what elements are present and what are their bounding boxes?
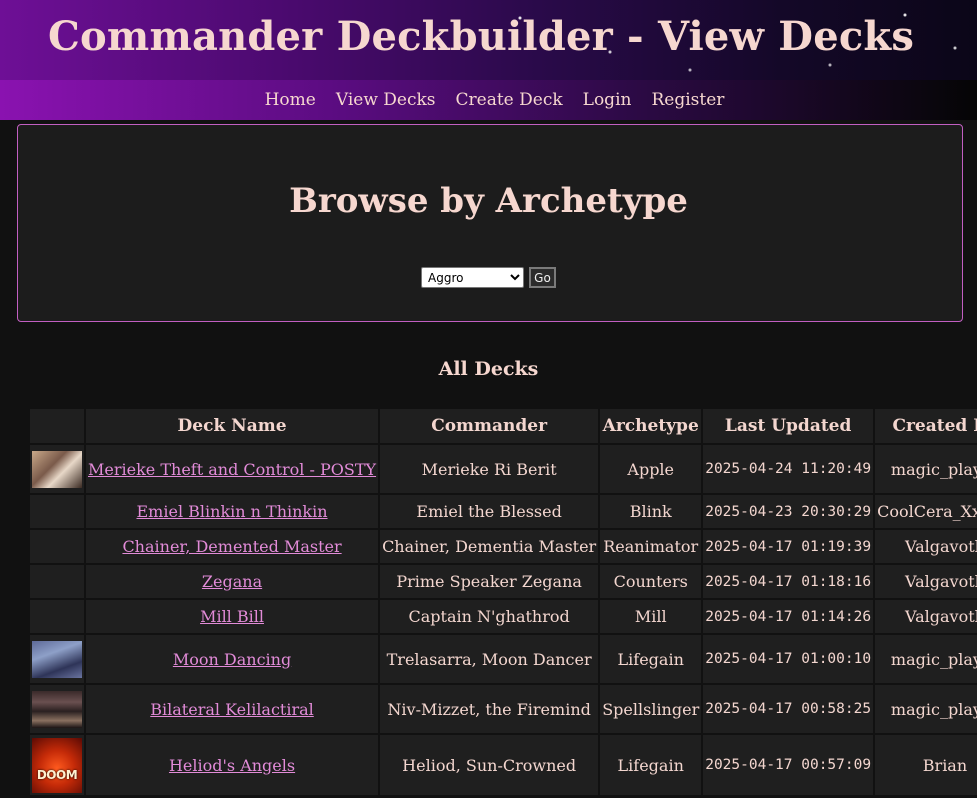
archetype-cell: Reanimator [600, 530, 702, 563]
archetype-filter: Aggro Go [0, 267, 977, 288]
deck-name-link[interactable]: Bilateral Kelilactiral [150, 700, 314, 719]
created-by-cell: CoolCera_XxXxX [875, 495, 977, 528]
deck-name-cell: Heliod's Angels [86, 735, 379, 795]
table-row: Bilateral Kelilactiral Niv-Mizzet, the F… [30, 685, 977, 733]
last-updated-cell: 2025-04-17 01:19:39 [703, 530, 874, 563]
decks-table: Deck Name Commander Archetype Last Updat… [28, 407, 977, 797]
created-by-cell: Valgavoth [875, 530, 977, 563]
deck-thumbnail-cell [30, 495, 84, 528]
commander-cell: Captain N'ghathrod [380, 600, 599, 633]
created-by-cell: magic_player [875, 685, 977, 733]
archetype-cell: Lifegain [600, 635, 702, 683]
last-updated-cell: 2025-04-23 20:30:29 [703, 495, 874, 528]
column-header-deck-name: Deck Name [86, 409, 379, 443]
nav-login-link[interactable]: Login [583, 90, 632, 110]
deck-name-cell: Moon Dancing [86, 635, 379, 683]
deck-name-cell: Zegana [86, 565, 379, 598]
table-row: Moon Dancing Trelasarra, Moon Dancer Lif… [30, 635, 977, 683]
table-row: Zegana Prime Speaker Zegana Counters 202… [30, 565, 977, 598]
deck-name-link[interactable]: Zegana [202, 572, 262, 591]
main-nav: Home View Decks Create Deck Login Regist… [0, 80, 977, 120]
all-decks-heading: All Decks [438, 358, 539, 380]
deck-name-cell: Mill Bill [86, 600, 379, 633]
table-header-row: Deck Name Commander Archetype Last Updat… [30, 409, 977, 443]
created-by-cell: Brian [875, 735, 977, 795]
table-row: Chainer, Demented Master Chainer, Dement… [30, 530, 977, 563]
column-header-commander: Commander [380, 409, 599, 443]
archetype-cell: Counters [600, 565, 702, 598]
last-updated-cell: 2025-04-17 00:57:09 [703, 735, 874, 795]
deck-name-cell: Bilateral Kelilactiral [86, 685, 379, 733]
last-updated-cell: 2025-04-17 01:00:10 [703, 635, 874, 683]
browse-panel [17, 124, 963, 322]
commander-cell: Heliod, Sun-Crowned [380, 735, 599, 795]
commander-cell: Prime Speaker Zegana [380, 565, 599, 598]
nav-home-link[interactable]: Home [265, 90, 316, 110]
deck-thumbnail-cell [30, 600, 84, 633]
deck-thumbnail-cell [30, 565, 84, 598]
commander-cell: Niv-Mizzet, the Firemind [380, 685, 599, 733]
deck-name-link[interactable]: Chainer, Demented Master [122, 537, 341, 556]
table-row: DOOM Heliod's Angels Heliod, Sun-Crowned… [30, 735, 977, 795]
commander-cell: Emiel the Blessed [380, 495, 599, 528]
column-header-thumbnail [30, 409, 84, 443]
archetype-cell: Lifegain [600, 735, 702, 795]
deck-thumbnail-cell [30, 445, 84, 493]
deck-name-link[interactable]: Mill Bill [200, 607, 264, 626]
created-by-cell: magic_player [875, 635, 977, 683]
archetype-cell: Spellslinger [600, 685, 702, 733]
header-banner: Commander Deckbuilder - View Decks [0, 0, 977, 80]
thumbnail-poster-text: DOOM [36, 767, 78, 782]
deck-name-link[interactable]: Merieke Theft and Control - POSTY [88, 460, 376, 479]
deck-thumbnail-cell [30, 530, 84, 563]
last-updated-cell: 2025-04-24 11:20:49 [703, 445, 874, 493]
table-row: Emiel Blinkin n Thinkin Emiel the Blesse… [30, 495, 977, 528]
deck-thumbnail [32, 640, 82, 678]
column-header-last-updated: Last Updated [703, 409, 874, 443]
deck-name-cell: Emiel Blinkin n Thinkin [86, 495, 379, 528]
column-header-archetype: Archetype [600, 409, 702, 443]
nav-view-decks-link[interactable]: View Decks [336, 90, 436, 110]
deck-thumbnail-cell [30, 635, 84, 683]
nav-create-deck-link[interactable]: Create Deck [456, 90, 563, 110]
deck-thumbnail [32, 450, 82, 488]
deck-name-cell: Merieke Theft and Control - POSTY [86, 445, 379, 493]
archetype-cell: Apple [600, 445, 702, 493]
deck-name-link[interactable]: Moon Dancing [173, 650, 291, 669]
column-header-created-by: Created By [875, 409, 977, 443]
commander-cell: Chainer, Dementia Master [380, 530, 599, 563]
deck-name-link[interactable]: Emiel Blinkin n Thinkin [137, 502, 328, 521]
last-updated-cell: 2025-04-17 00:58:25 [703, 685, 874, 733]
created-by-cell: Valgavoth [875, 565, 977, 598]
created-by-cell: Valgavoth [875, 600, 977, 633]
deck-thumbnail: DOOM [32, 737, 82, 793]
commander-cell: Trelasarra, Moon Dancer [380, 635, 599, 683]
deck-thumbnail-cell [30, 685, 84, 733]
created-by-cell: magic_player [875, 445, 977, 493]
deck-thumbnail-cell: DOOM [30, 735, 84, 795]
last-updated-cell: 2025-04-17 01:14:26 [703, 600, 874, 633]
archetype-cell: Blink [600, 495, 702, 528]
commander-cell: Merieke Ri Berit [380, 445, 599, 493]
archetype-cell: Mill [600, 600, 702, 633]
go-button[interactable]: Go [529, 267, 556, 288]
deck-thumbnail [32, 690, 82, 728]
site-title: Commander Deckbuilder - View Decks [48, 13, 915, 60]
browse-title: Browse by Archetype [289, 181, 688, 221]
archetype-select[interactable]: Aggro [421, 267, 524, 288]
deck-name-link[interactable]: Heliod's Angels [169, 756, 295, 775]
last-updated-cell: 2025-04-17 01:18:16 [703, 565, 874, 598]
deck-name-cell: Chainer, Demented Master [86, 530, 379, 563]
nav-register-link[interactable]: Register [651, 90, 724, 110]
table-row: Mill Bill Captain N'ghathrod Mill 2025-0… [30, 600, 977, 633]
table-row: Merieke Theft and Control - POSTY Meriek… [30, 445, 977, 493]
